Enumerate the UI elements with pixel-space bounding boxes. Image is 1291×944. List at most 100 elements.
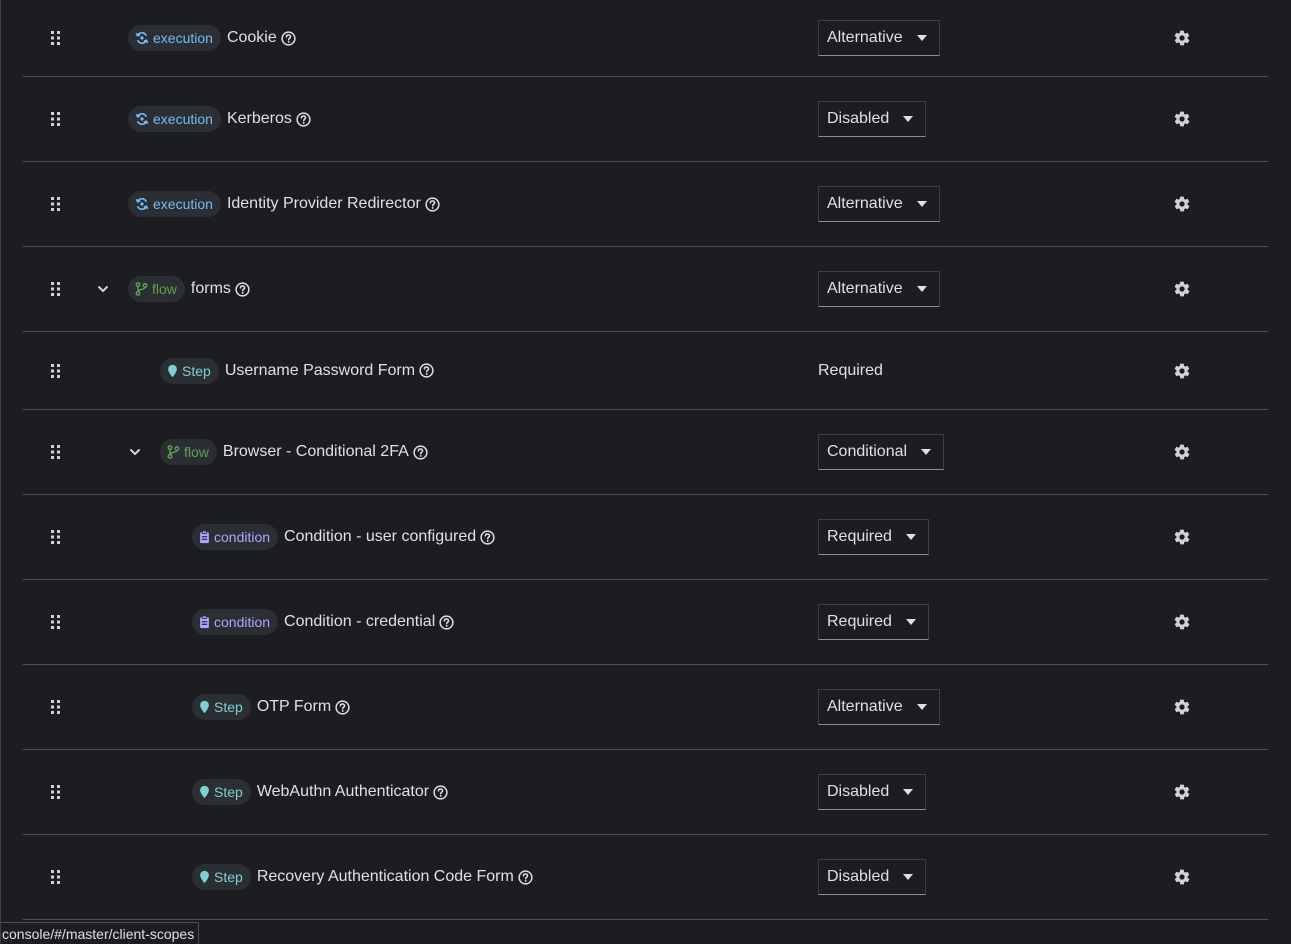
gear-icon[interactable] — [1173, 29, 1191, 47]
requirement-select[interactable]: Disabled — [818, 101, 927, 137]
drag-handle-icon[interactable] — [50, 196, 62, 212]
drag-handle-icon[interactable] — [50, 111, 62, 127]
requirement-select[interactable]: Required — [818, 604, 929, 640]
help-circle-icon[interactable] — [413, 444, 428, 460]
caret-down-icon — [905, 534, 916, 540]
condition-badge: condition — [192, 524, 279, 550]
badge-label: condition — [214, 529, 271, 545]
flow-node-cookie: execution Cookie — [128, 25, 296, 51]
gear-icon[interactable] — [1173, 110, 1191, 128]
help-circle-icon[interactable] — [335, 699, 350, 715]
table-row: Step OTP Form Alternative — [23, 665, 1268, 750]
requirement-cell: Required — [818, 519, 929, 555]
help-circle-icon[interactable] — [480, 529, 495, 545]
chevron-down-icon[interactable] — [127, 444, 143, 460]
node-name: Kerberos — [226, 110, 292, 127]
requirement-cell: Disabled — [818, 774, 927, 810]
node-name: Recovery Authentication Code Form — [256, 868, 514, 885]
badge-label: Step — [214, 784, 243, 800]
gear-icon[interactable] — [1173, 868, 1191, 886]
caret-down-icon — [916, 201, 927, 207]
gear-icon[interactable] — [1173, 528, 1191, 546]
execution-badge: execution — [128, 191, 221, 217]
table-row: execution Identity Provider Redirector Alt… — [23, 162, 1268, 247]
drag-handle-icon[interactable] — [50, 784, 62, 800]
help-circle-icon[interactable] — [419, 363, 434, 378]
drag-handle-icon[interactable] — [50, 614, 62, 630]
drag-handle-icon[interactable] — [50, 30, 62, 46]
requirement-value: Disabled — [827, 110, 890, 127]
requirement-value: Disabled — [827, 868, 890, 885]
requirement-value: Alternative — [827, 698, 903, 715]
flow-badge: flow — [128, 276, 185, 302]
help-circle-icon[interactable] — [425, 196, 440, 212]
badge-label: execution — [153, 196, 213, 212]
requirement-cell: Alternative — [818, 20, 940, 56]
gear-icon[interactable] — [1173, 443, 1191, 461]
node-name: Condition - credential — [284, 613, 436, 630]
requirement-value: Disabled — [827, 783, 890, 800]
badge-label: execution — [153, 111, 213, 127]
gear-icon[interactable] — [1173, 195, 1191, 213]
table-row: flow forms Alternative — [23, 247, 1268, 332]
authentication-flow-page: execution Cookie Alternative execution Kerbe… — [0, 0, 1291, 944]
requirement-value: Conditional — [827, 443, 908, 460]
gear-icon[interactable] — [1173, 783, 1191, 801]
help-circle-icon[interactable] — [296, 111, 311, 127]
badge-label: Step — [214, 869, 243, 885]
flow-node-condition-credential: condition Condition - credential — [192, 609, 454, 635]
flow-node-condition-user-configured: condition Condition - user configured — [192, 524, 495, 550]
map-marker-icon — [199, 700, 214, 714]
clipboard-icon — [199, 530, 214, 544]
drag-handle-icon[interactable] — [50, 444, 62, 460]
node-name: Cookie — [226, 29, 277, 46]
requirement-select[interactable]: Conditional — [818, 434, 945, 470]
badge-label: execution — [153, 30, 213, 46]
clipboard-icon — [199, 615, 214, 629]
sync-icon — [135, 31, 153, 45]
caret-down-icon — [916, 35, 927, 41]
requirement-select[interactable]: Alternative — [818, 186, 940, 222]
drag-handle-icon[interactable] — [50, 699, 62, 715]
requirement-cell: Required — [818, 362, 883, 380]
code-branch-icon — [167, 445, 184, 459]
help-circle-icon[interactable] — [235, 281, 250, 297]
requirement-select[interactable]: Disabled — [818, 774, 927, 810]
help-circle-icon[interactable] — [433, 784, 448, 800]
execution-badge: execution — [128, 25, 221, 51]
requirement-select[interactable]: Alternative — [818, 689, 940, 725]
table-row: execution Kerberos Disabled — [23, 77, 1268, 162]
requirement-select[interactable]: Required — [818, 519, 929, 555]
requirement-cell: Alternative — [818, 689, 940, 725]
map-marker-icon — [167, 364, 182, 378]
flow-node-username-password-form: Step Username Password Form — [160, 357, 434, 384]
gear-icon[interactable] — [1173, 698, 1191, 716]
requirement-cell: Disabled — [818, 101, 927, 137]
node-name: Identity Provider Redirector — [226, 195, 421, 212]
drag-handle-icon[interactable] — [50, 281, 62, 297]
gear-icon[interactable] — [1173, 362, 1191, 380]
drag-handle-icon[interactable] — [50, 529, 62, 545]
chevron-down-icon[interactable] — [95, 281, 111, 297]
caret-down-icon — [921, 449, 932, 455]
node-name: OTP Form — [256, 698, 332, 715]
sync-icon — [135, 197, 153, 211]
requirement-select[interactable]: Alternative — [818, 20, 940, 56]
requirement-value: Required — [827, 613, 892, 630]
table-row: Step Username Password Form Required — [23, 332, 1268, 410]
help-circle-icon[interactable] — [281, 30, 296, 46]
flow-node-otp-form: Step OTP Form — [192, 694, 350, 720]
requirement-cell: Disabled — [818, 859, 927, 895]
drag-handle-icon[interactable] — [50, 869, 62, 885]
gear-icon[interactable] — [1173, 280, 1191, 298]
flow-node-recovery-authentication-code-form: Step Recovery Authentication Code Form — [192, 864, 533, 890]
table-row: flow Browser - Conditional 2FA Conditional — [23, 410, 1268, 495]
help-circle-icon[interactable] — [439, 614, 454, 630]
drag-handle-icon[interactable] — [50, 363, 62, 379]
requirement-select[interactable]: Disabled — [818, 859, 927, 895]
badge-label: flow — [152, 281, 177, 297]
help-circle-icon[interactable] — [518, 869, 533, 885]
requirement-select[interactable]: Alternative — [818, 271, 940, 307]
requirement-cell: Alternative — [818, 186, 940, 222]
gear-icon[interactable] — [1173, 613, 1191, 631]
